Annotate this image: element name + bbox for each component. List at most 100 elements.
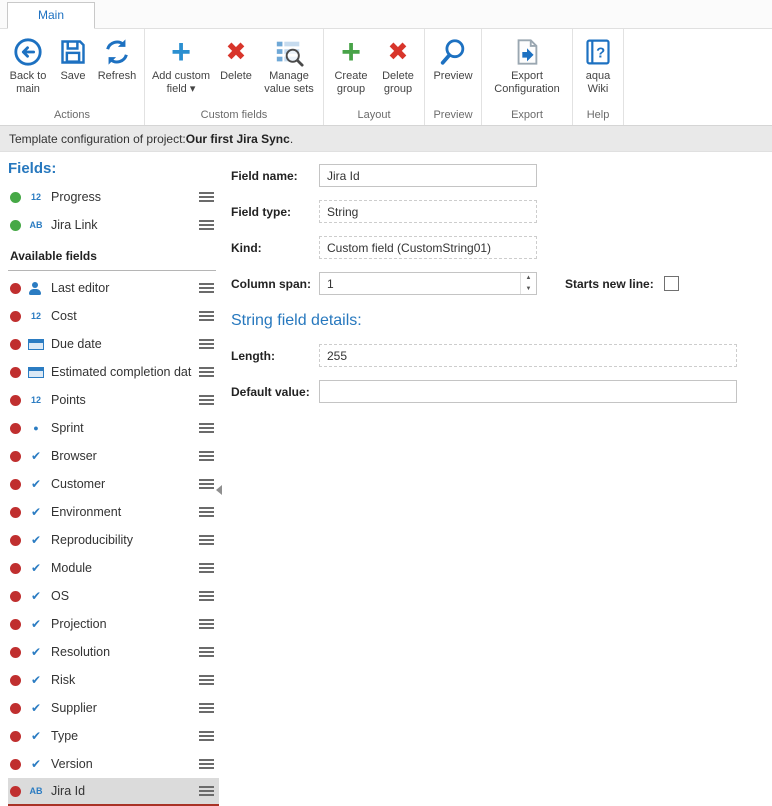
field-row[interactable]: AB Jira Link [8,211,219,239]
splitter-collapse-arrow-icon[interactable] [216,485,222,495]
available-fields-heading: Available fields [8,239,216,271]
field-row[interactable]: 12 Progress [8,183,219,211]
aqua-wiki-button[interactable]: ? aqua Wiki [576,32,620,107]
field-row[interactable]: Last editor [8,274,219,302]
title-suffix: . [290,132,293,146]
drag-handle-icon[interactable] [199,395,214,406]
field-row[interactable]: 12 Cost [8,302,219,330]
field-row[interactable]: ✔ Environment [8,498,219,526]
field-name-label: Field name: [231,169,319,183]
delete-field-button[interactable]: ✖ Delete [214,32,258,107]
button-label: aqua Wiki [578,70,618,96]
drag-handle-icon[interactable] [199,423,214,434]
column-span-input[interactable] [319,272,537,295]
status-dot [10,563,21,574]
starts-new-line-checkbox[interactable] [664,276,679,291]
active-fields-list: 12 Progress AB Jira Link [8,183,219,239]
field-type-input [319,200,537,223]
create-group-button[interactable]: + Create group [327,32,375,107]
template-config-title-bar: Template configuration of project: Our f… [0,126,772,152]
save-icon [59,34,87,70]
tab-main[interactable]: Main [7,2,95,29]
field-row[interactable]: ✔ Risk [8,666,219,694]
default-value-input[interactable] [319,380,737,403]
export-configuration-button[interactable]: Export Configuration [485,32,569,107]
delete-group-button[interactable]: ✖ Delete group [375,32,421,107]
drag-handle-icon[interactable] [199,220,214,231]
button-label: Manage value sets [260,70,318,96]
status-dot [10,192,21,203]
field-label: Browser [51,449,192,463]
field-row[interactable]: ✔ Browser [8,442,219,470]
field-type-icon: ● [28,423,44,433]
field-row[interactable]: 12 Points [8,386,219,414]
field-row[interactable]: AB Jira Id [8,778,219,806]
drag-handle-icon[interactable] [199,535,214,546]
status-dot [10,703,21,714]
refresh-button[interactable]: Refresh [93,32,141,107]
field-row[interactable]: ✔ Version [8,750,219,778]
drag-handle-icon[interactable] [199,283,214,294]
drag-handle-icon[interactable] [199,507,214,518]
drag-handle-icon[interactable] [199,647,214,658]
drag-handle-icon[interactable] [199,479,214,490]
field-row[interactable]: ✔ Projection [8,610,219,638]
drag-handle-icon[interactable] [199,339,214,350]
status-dot [10,311,21,322]
field-settings-form: Field name: Field type: Kind: Column spa… [219,152,772,804]
field-row[interactable]: Due date [8,330,219,358]
spinner-buttons: ▲ ▼ [520,273,536,294]
button-label: Preview [433,70,472,83]
field-type-icon: ✔ [28,701,44,715]
field-label: Risk [51,673,192,687]
drag-handle-icon[interactable] [199,675,214,686]
preview-button[interactable]: Preview [428,32,478,107]
field-row[interactable]: ✔ Resolution [8,638,219,666]
drag-handle-icon[interactable] [199,759,214,770]
button-label: Add custom field ▾ [150,70,212,96]
fields-heading: Fields: [8,160,219,177]
drag-handle-icon[interactable] [199,192,214,203]
drag-handle-icon[interactable] [199,731,214,742]
string-field-details-heading: String field details: [231,312,755,330]
ribbon-group-label: Actions [0,107,144,125]
field-label: Points [51,393,192,407]
field-type-icon: ✔ [28,757,44,771]
back-to-main-button[interactable]: Back to main [3,32,53,107]
field-row[interactable]: ✔ Type [8,722,219,750]
field-type-label: Field type: [231,205,319,219]
content-area: Fields: 12 Progress AB Jira Link Availab… [0,152,772,804]
drag-handle-icon[interactable] [199,786,214,797]
manage-value-sets-button[interactable]: Manage value sets [258,32,320,107]
button-label: Create group [329,70,373,96]
drag-handle-icon[interactable] [199,451,214,462]
drag-handle-icon[interactable] [199,703,214,714]
field-label: Supplier [51,701,192,715]
field-row[interactable]: ● Sprint [8,414,219,442]
spinner-down-icon[interactable]: ▼ [521,284,536,295]
field-row[interactable]: ✔ Reproducibility [8,526,219,554]
field-row[interactable]: ✔ Supplier [8,694,219,722]
status-dot [10,283,21,294]
length-input[interactable] [319,344,737,367]
column-span-label: Column span: [231,277,319,291]
status-dot [10,479,21,490]
add-custom-field-button[interactable]: + Add custom field ▾ [148,32,214,107]
drag-handle-icon[interactable] [199,591,214,602]
drag-handle-icon[interactable] [199,619,214,630]
drag-handle-icon[interactable] [199,563,214,574]
field-row[interactable]: Estimated completion date [8,358,219,386]
field-type-icon: 12 [28,395,44,405]
drag-handle-icon[interactable] [199,367,214,378]
field-row[interactable]: ✔ Customer [8,470,219,498]
field-row[interactable]: ✔ Module [8,554,219,582]
field-type-icon: ✔ [28,505,44,519]
field-label: Environment [51,505,192,519]
field-row[interactable]: ✔ OS [8,582,219,610]
field-type-icon: ✔ [28,477,44,491]
spinner-up-icon[interactable]: ▲ [521,273,536,284]
ribbon-group-preview: Preview Preview [425,29,482,125]
save-button[interactable]: Save [53,32,93,107]
drag-handle-icon[interactable] [199,311,214,322]
field-name-input[interactable] [319,164,537,187]
